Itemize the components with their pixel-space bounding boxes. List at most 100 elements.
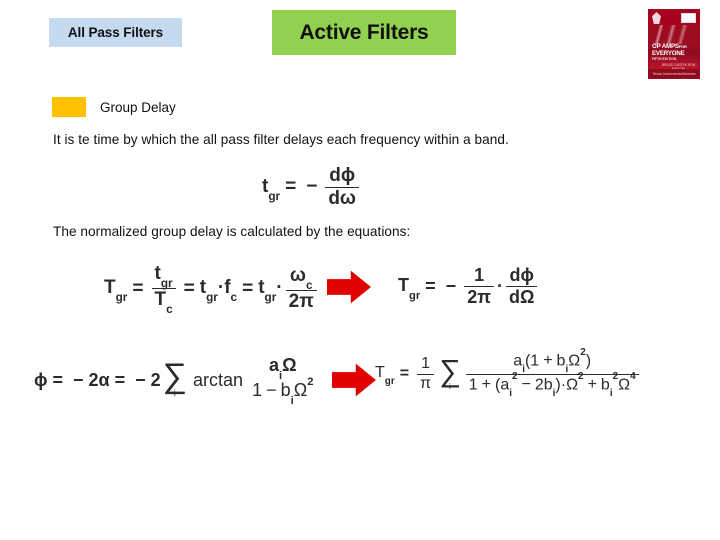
- eq3l-den-one: 1: [252, 380, 263, 401]
- eq3l-fraction: aiΩ 1− biΩ2: [249, 355, 316, 408]
- eq3r-pref-den: π: [417, 373, 435, 393]
- eq3r-num-omega: Ω: [568, 352, 581, 370]
- eq3r-den-2b: 2b: [534, 376, 553, 394]
- eq2l-term3-base: t: [258, 276, 265, 298]
- eq2l-frac1-den-base: T: [154, 289, 167, 311]
- bullet-group-delay-label: Group Delay: [100, 99, 176, 115]
- eq3l-phi: ϕ: [34, 369, 48, 390]
- eq3l-minus-1: −: [73, 369, 84, 390]
- eq3l-two-alpha: 2α: [88, 369, 110, 390]
- eq3r-frac-den: 1 + (ai2−2bi)·Ω2 + bi2Ω4: [465, 370, 639, 400]
- eq1-fraction: dϕ dω: [325, 166, 359, 209]
- eq3r-den-b2-sup: 2: [612, 370, 619, 382]
- slide-canvas: All Pass Filters Active Filters OP AMPSF…: [0, 0, 720, 540]
- eq3l-two: 2: [150, 369, 161, 390]
- eq3l-summation: ∑ i: [162, 357, 188, 398]
- eq2l-term2-b-sub: c: [230, 291, 238, 305]
- eq3l-den-b-sub: i: [290, 395, 294, 408]
- eq3r-den-omega2-sup: 4: [630, 370, 636, 382]
- eq3l-num-a-sub: i: [278, 369, 283, 382]
- eq3r-pref-num: 1: [421, 355, 430, 373]
- eq3r-equals: =: [399, 365, 410, 383]
- eq3l-sigma-glyph: ∑: [162, 357, 188, 396]
- eq3r-den-plus2: +: [587, 376, 597, 394]
- eq3r-lhs-base: T: [375, 364, 385, 382]
- eq2l-fraction-1: tgr Tc: [151, 263, 176, 317]
- tab-all-pass-filters[interactable]: All Pass Filters: [49, 18, 182, 47]
- eq2r-frac1-num: 1: [474, 265, 485, 285]
- eq2r-dot: ·: [496, 275, 503, 296]
- eq3r-fraction: ai(1 + biΩ2) 1 + (ai2−2bi)·Ω2 + bi2Ω4: [465, 347, 639, 400]
- eq3r-prefactor: 1 π: [417, 355, 435, 393]
- eq2l-frac2-num: ωc: [287, 265, 316, 291]
- equation-group-delay-expanded: Tgr = 1 π ∑ i ai(1 + biΩ2) 1 + (ai2−2bi)·Ω2 +…: [375, 347, 642, 400]
- eq2r-lhs-base: T: [398, 274, 409, 295]
- right-arrow-icon-1: [327, 270, 371, 304]
- book-cover-title: OP AMPSFOR EVERYONE: [652, 43, 697, 57]
- eq1-minus: −: [306, 176, 318, 198]
- eq3r-num-sup: 2: [580, 346, 586, 358]
- tab-active-filters[interactable]: Active Filters: [272, 10, 456, 55]
- eq2l-lhs: Tgr: [104, 276, 128, 305]
- eq3r-den-omega1-sup: 2: [578, 370, 584, 382]
- eq1-denominator: dω: [325, 186, 359, 209]
- eq3r-sigma-glyph: ∑: [439, 354, 461, 389]
- eq3l-equals-2: =: [114, 369, 126, 390]
- book-title-line2: EVERYONE: [652, 50, 685, 57]
- eq2l-equals-2: =: [183, 277, 195, 299]
- eq3r-summation: ∑ i: [439, 354, 461, 390]
- book-cover-badge: [681, 13, 696, 23]
- eq3l-num-a: a: [268, 355, 279, 375]
- eq2l-frac1-den-sub: c: [166, 303, 173, 317]
- eq3l-sigma-index: i: [173, 387, 176, 398]
- equation-normalized-group-delay-result: Tgr = − 1 2π · dϕ dΩ: [398, 266, 540, 307]
- bullet-square-icon: [52, 97, 86, 117]
- eq3r-den-b2: b: [600, 376, 610, 394]
- eq3r-den-b2-sub: i: [609, 388, 613, 400]
- eq2l-term2: tgr·fc: [200, 277, 238, 305]
- eq3r-den-omega2: Ω: [618, 376, 631, 394]
- bullet-group-delay: Group Delay: [52, 97, 176, 117]
- book-publisher: Texas Instruments/Newnes: [649, 69, 699, 78]
- eq2l-term3-sub: gr: [264, 291, 277, 305]
- eq3l-equals-1: =: [52, 369, 64, 390]
- eq2l-term2-sub: gr: [206, 291, 218, 305]
- eq1-lhs: tgr: [262, 176, 280, 203]
- eq2l-frac2-den: 2π: [285, 289, 317, 312]
- eq1-numerator: dϕ: [329, 165, 356, 186]
- eq2r-lhs: Tgr: [398, 274, 421, 302]
- eq3l-frac-den: 1− biΩ2: [249, 376, 316, 408]
- eq3l-arctan: arctan: [193, 369, 244, 390]
- paragraph-normalized-intro: The normalized group delay is calculated…: [53, 224, 411, 239]
- eq2l-frac1-den: Tc: [151, 288, 176, 317]
- eq3l-den-minus: −: [266, 380, 277, 401]
- eq2l-frac1-num-sub: gr: [160, 277, 173, 291]
- eq2l-equals-1: =: [132, 277, 144, 299]
- equation-normalized-group-delay: Tgr = tgr Tc = tgr·fc = tgr· ωc 2π: [104, 263, 320, 317]
- eq3r-den-plus1: +: [481, 376, 491, 394]
- eq1-equals: =: [285, 176, 297, 198]
- eq3r-num-plus: +: [543, 352, 553, 370]
- book-title-line1: OP AMPS: [652, 43, 679, 50]
- book-title-for: FOR: [678, 44, 687, 49]
- eq2l-frac1-num: tgr: [152, 263, 176, 291]
- eq3r-num-close: ): [585, 352, 592, 370]
- eq3r-den-omega1: Ω: [566, 376, 579, 394]
- eq2l-lhs-base: T: [104, 276, 116, 298]
- eq3l-den-omega-sup: 2: [307, 375, 314, 388]
- tab-active-filters-label: Active Filters: [299, 20, 429, 44]
- eq2r-lhs-sub: gr: [409, 289, 421, 302]
- equation-group-delay: tgr = − dϕ dω: [262, 166, 362, 209]
- eq3l-num-omega: Ω: [282, 355, 297, 375]
- eq3r-lhs-sub: gr: [384, 376, 395, 388]
- eq2r-fraction-1: 1 2π: [464, 266, 494, 307]
- eq3l-minus-2: −: [135, 369, 146, 390]
- eq3r-num-a-sub: i: [522, 364, 525, 376]
- eq2l-lhs-sub: gr: [115, 291, 128, 305]
- eq3r-num-a: a: [513, 352, 523, 370]
- eq3r-lhs: Tgr: [375, 364, 395, 388]
- eq2l-frac1-num-base: t: [154, 263, 161, 284]
- eq2r-minus: −: [445, 275, 457, 296]
- book-edition: FIFTH EDITION: [652, 57, 677, 61]
- eq2l-fraction-2: ωc 2π: [285, 265, 317, 312]
